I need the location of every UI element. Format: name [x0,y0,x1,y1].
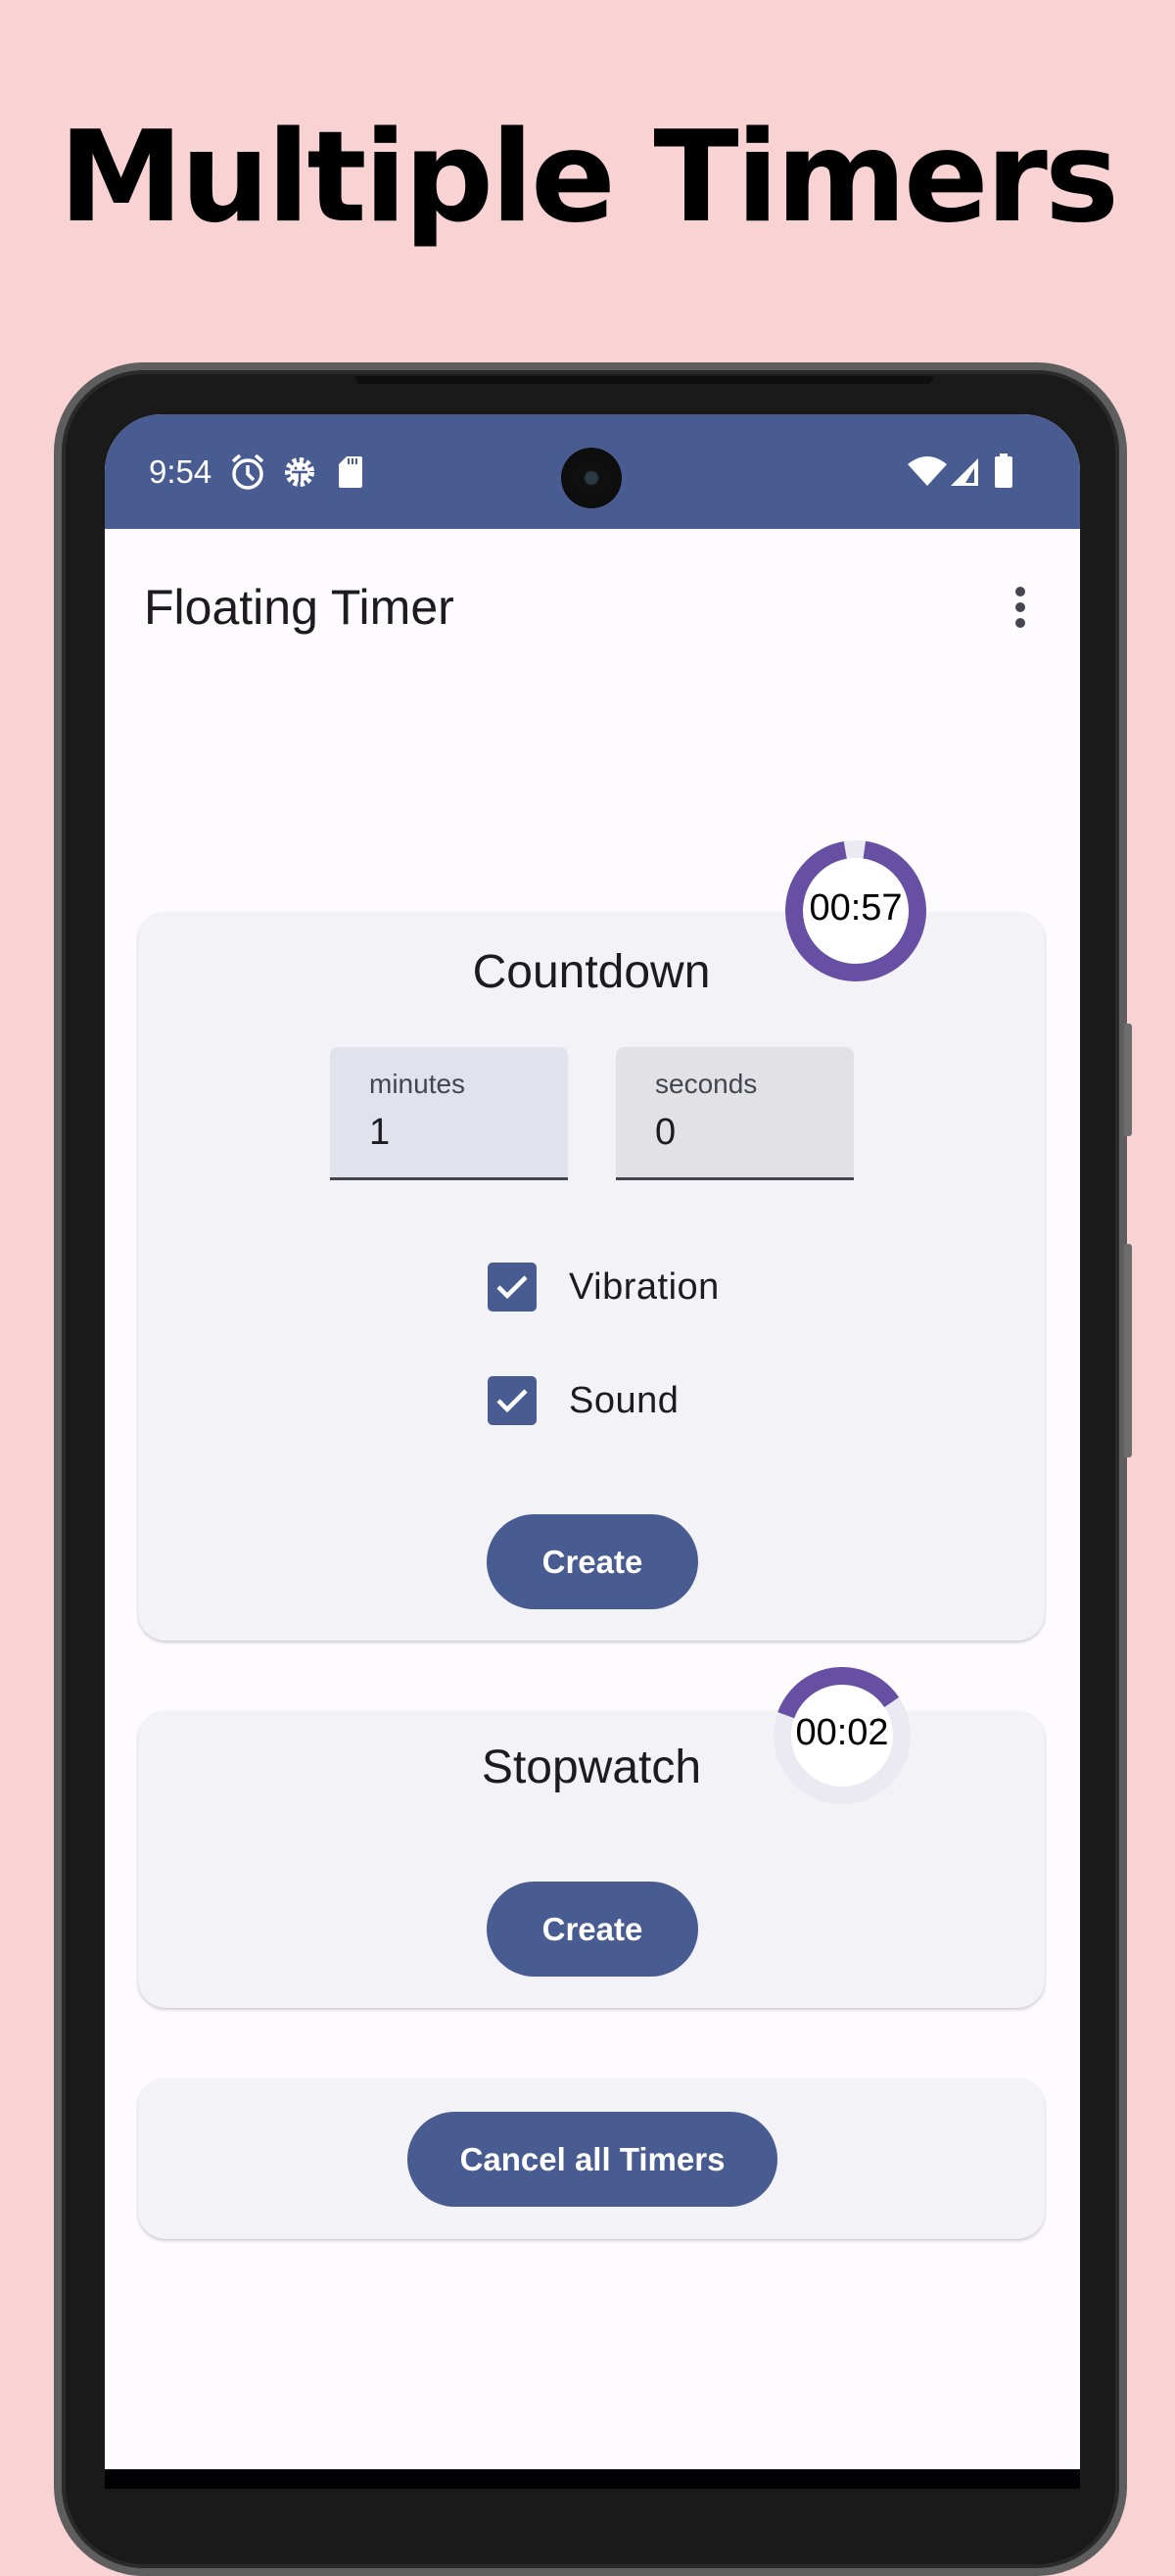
wifi-icon [908,456,947,493]
app-title: Floating Timer [144,580,454,635]
seconds-value: 0 [655,1112,677,1153]
phone-volume-button [1124,1244,1132,1457]
minutes-value: 1 [369,1112,391,1153]
seconds-field[interactable]: seconds 0 [616,1047,854,1180]
stopwatch-time-display: 00:02 [795,1712,889,1753]
vibration-checkbox[interactable] [488,1263,537,1312]
vibration-label: Vibration [569,1266,720,1308]
phone-power-button [1124,1024,1132,1136]
android-gear-icon [281,453,318,497]
countdown-create-button[interactable]: Create [487,1514,698,1609]
status-bar: 9:54 [105,414,1080,529]
minutes-label: minutes [369,1069,466,1099]
phone-speaker-grille [355,376,933,384]
battery-icon [994,453,1013,494]
countdown-card: Countdown minutes 1 seconds 0 Vibration … [138,912,1045,1641]
stopwatch-create-button[interactable]: Create [487,1882,698,1977]
navigation-bar [105,2469,1080,2489]
sd-card-icon [338,455,363,494]
cancel-card: Cancel all Timers [138,2078,1045,2239]
sound-label: Sound [569,1380,680,1421]
phone-screen: 9:54 Floating Timer Countdown minutes 1 [105,414,1080,2469]
status-time: 9:54 [149,453,212,490]
countdown-time-display: 00:57 [809,887,903,929]
alarm-icon [229,453,266,497]
minutes-field[interactable]: minutes 1 [330,1047,568,1180]
sound-checkbox[interactable] [488,1376,537,1425]
promo-headline: Multiple Timers [59,105,1119,251]
floating-countdown-timer[interactable]: 00:57 [785,840,926,981]
cancel-all-timers-button[interactable]: Cancel all Timers [407,2112,777,2207]
cell-signal-icon [949,456,980,493]
floating-stopwatch-timer[interactable]: 00:02 [774,1667,911,1804]
seconds-label: seconds [655,1069,758,1099]
front-camera [561,448,622,508]
more-vert-icon[interactable] [1006,583,1035,632]
